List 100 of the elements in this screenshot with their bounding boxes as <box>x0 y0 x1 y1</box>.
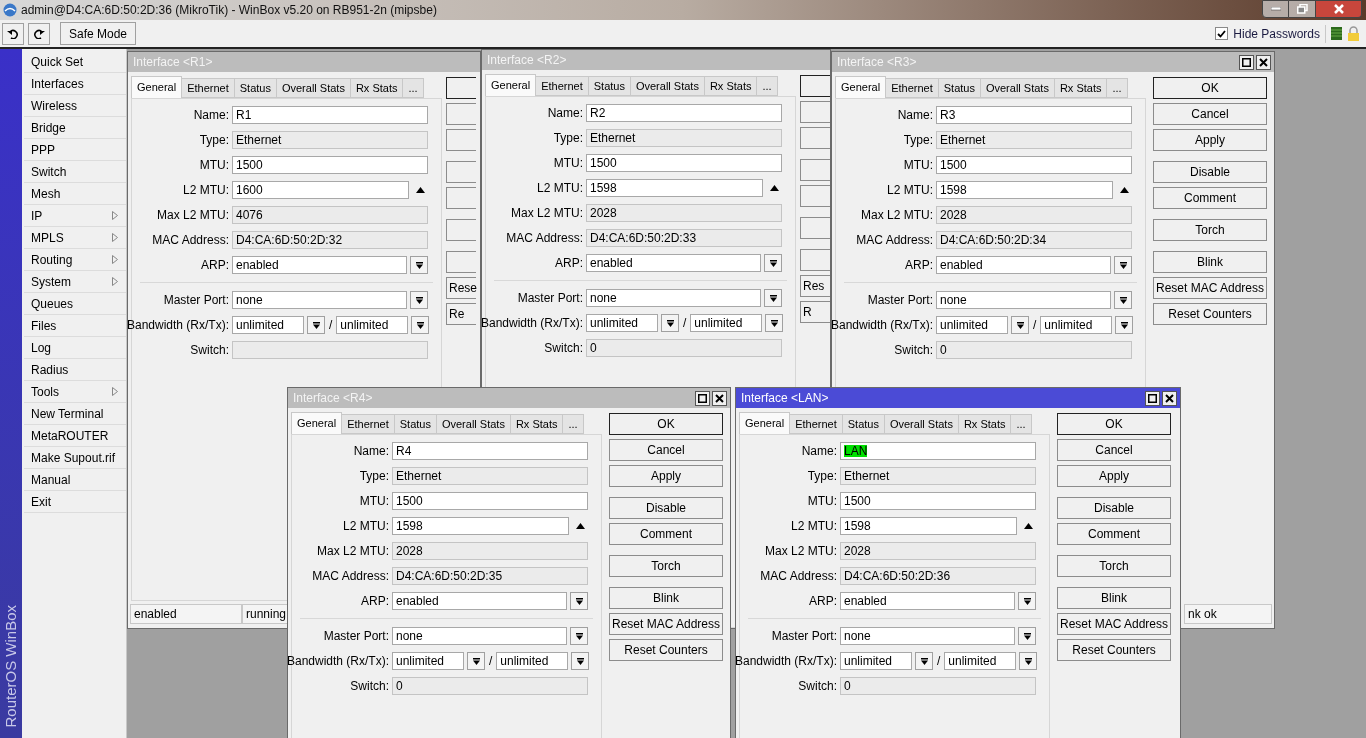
dropdown-button[interactable] <box>307 316 325 334</box>
maximize-button[interactable] <box>695 390 710 406</box>
tab[interactable]: Overall Stats <box>979 78 1055 98</box>
select-field[interactable]: none <box>840 627 1015 645</box>
select-field[interactable]: none <box>232 291 407 309</box>
select-field[interactable]: none <box>392 627 567 645</box>
select-field[interactable]: unlimited <box>392 652 464 670</box>
text-field[interactable]: R4 <box>392 442 588 460</box>
action-button[interactable]: Apply <box>609 465 723 487</box>
action-button[interactable]: Torch <box>609 555 723 577</box>
text-field[interactable]: LAN <box>840 442 1036 460</box>
menu-item[interactable]: PPP <box>24 139 126 161</box>
select-field[interactable]: enabled <box>586 254 761 272</box>
action-button[interactable]: Comment <box>609 523 723 545</box>
up-arrow-icon[interactable] <box>770 185 779 191</box>
safe-mode-button[interactable]: Safe Mode <box>60 22 137 45</box>
maximize-button[interactable] <box>1145 390 1160 406</box>
up-arrow-icon[interactable] <box>576 523 585 529</box>
select-field[interactable]: enabled <box>232 256 407 274</box>
action-button[interactable]: Blink <box>609 587 723 609</box>
tab[interactable]: General <box>739 412 791 434</box>
tab[interactable]: ... <box>562 414 584 434</box>
action-button[interactable]: OK <box>1153 77 1267 99</box>
menu-item[interactable]: Tools <box>24 381 126 403</box>
select-field[interactable]: none <box>936 291 1111 309</box>
dropdown-button[interactable] <box>1018 627 1036 645</box>
tab[interactable]: Ethernet <box>885 78 939 98</box>
select-field[interactable]: unlimited <box>944 652 1017 670</box>
close-button[interactable] <box>712 390 727 406</box>
tab[interactable]: Overall Stats <box>275 78 351 98</box>
action-button[interactable]: Disable <box>1153 161 1267 183</box>
action-button[interactable]: Disable <box>1057 497 1171 519</box>
select-field[interactable]: unlimited <box>586 314 658 332</box>
dropdown-button[interactable] <box>570 592 588 610</box>
action-button[interactable]: Rese <box>446 277 476 299</box>
action-button[interactable]: OK <box>1057 413 1171 435</box>
dropdown-button[interactable] <box>1018 592 1036 610</box>
dropdown-button[interactable] <box>1019 652 1038 670</box>
action-button[interactable]: Re <box>446 303 476 325</box>
text-field[interactable]: 1500 <box>840 492 1036 510</box>
select-field[interactable]: unlimited <box>1040 316 1113 334</box>
tab[interactable]: Status <box>937 78 981 98</box>
tab[interactable]: Overall Stats <box>883 414 959 434</box>
text-field[interactable]: 1500 <box>232 156 428 174</box>
action-button[interactable]: Comment <box>1153 187 1267 209</box>
close-button[interactable] <box>1162 390 1177 406</box>
close-button[interactable] <box>1256 54 1271 70</box>
menu-item[interactable]: Bridge <box>24 117 126 139</box>
dropdown-button[interactable] <box>411 316 430 334</box>
tab[interactable]: Rx Stats <box>509 414 564 434</box>
menu-item[interactable]: Wireless <box>24 95 126 117</box>
action-button[interactable]: Reset Counters <box>1153 303 1267 325</box>
menu-item[interactable]: Make Supout.rif <box>24 447 126 469</box>
number-field[interactable]: 1598 <box>586 179 763 197</box>
text-field[interactable]: R1 <box>232 106 428 124</box>
action-button[interactable] <box>800 75 830 97</box>
up-arrow-icon[interactable] <box>416 187 425 193</box>
dropdown-button[interactable] <box>1011 316 1029 334</box>
dropdown-button[interactable] <box>571 652 590 670</box>
action-button[interactable]: Reset MAC Address <box>1057 613 1171 635</box>
select-field[interactable]: enabled <box>936 256 1111 274</box>
tab[interactable]: Ethernet <box>181 78 235 98</box>
tab[interactable]: Status <box>841 414 885 434</box>
action-button[interactable]: Apply <box>1057 465 1171 487</box>
minimize-button[interactable] <box>1262 0 1289 18</box>
dropdown-button[interactable] <box>765 314 784 332</box>
tab[interactable]: General <box>131 76 183 98</box>
select-field[interactable]: unlimited <box>336 316 409 334</box>
tab[interactable]: Ethernet <box>789 414 843 434</box>
dropdown-button[interactable] <box>570 627 588 645</box>
dropdown-button[interactable] <box>764 289 782 307</box>
action-button[interactable]: Res <box>800 275 830 297</box>
tab[interactable]: Overall Stats <box>629 76 705 96</box>
menu-item[interactable]: Manual <box>24 469 126 491</box>
up-arrow-icon[interactable] <box>1024 523 1033 529</box>
tab[interactable]: General <box>291 412 343 434</box>
text-field[interactable]: R2 <box>586 104 782 122</box>
menu-item[interactable]: MetaROUTER <box>24 425 126 447</box>
tab[interactable]: Rx Stats <box>349 78 404 98</box>
action-button[interactable]: Reset MAC Address <box>609 613 723 635</box>
action-button[interactable]: Reset Counters <box>1057 639 1171 661</box>
tab[interactable]: ... <box>756 76 778 96</box>
select-field[interactable]: unlimited <box>690 314 763 332</box>
menu-item[interactable]: System <box>24 271 126 293</box>
close-button[interactable] <box>1316 0 1362 18</box>
select-field[interactable]: enabled <box>840 592 1015 610</box>
tab[interactable]: General <box>485 74 537 96</box>
up-arrow-icon[interactable] <box>1120 187 1129 193</box>
dropdown-button[interactable] <box>764 254 782 272</box>
text-field[interactable]: R3 <box>936 106 1132 124</box>
menu-item[interactable]: MPLS <box>24 227 126 249</box>
undo-button[interactable] <box>2 22 24 45</box>
menu-item[interactable]: Log <box>24 337 126 359</box>
tab[interactable]: Status <box>393 414 437 434</box>
tab[interactable]: General <box>835 76 887 98</box>
number-field[interactable]: 1598 <box>936 181 1113 199</box>
select-field[interactable]: unlimited <box>840 652 912 670</box>
tab[interactable]: Rx Stats <box>957 414 1012 434</box>
number-field[interactable]: 1598 <box>840 517 1017 535</box>
action-button[interactable]: Torch <box>1057 555 1171 577</box>
